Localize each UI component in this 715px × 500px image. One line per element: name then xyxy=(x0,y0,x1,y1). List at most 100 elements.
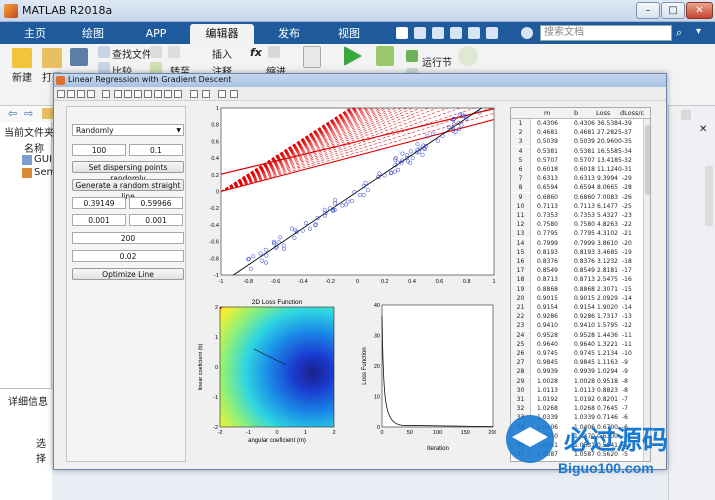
table-cell[interactable]: -22 xyxy=(622,220,632,229)
table-cell[interactable]: -21 xyxy=(622,229,632,238)
table-cell[interactable]: 0.9528 xyxy=(574,331,595,340)
table-cell[interactable]: 1.0192 xyxy=(574,395,595,404)
learning-rate-m-field[interactable]: 0.001 xyxy=(72,214,126,226)
table-cell[interactable]: 3.1232 xyxy=(597,257,618,266)
table-cell[interactable]: 0.6018 xyxy=(537,165,558,174)
table-cell[interactable]: 0.7353 xyxy=(574,211,595,220)
table-cell[interactable]: -14 xyxy=(622,294,632,303)
table-cell[interactable]: -11 xyxy=(622,340,632,349)
loss-contour-plot[interactable]: 2D Loss Function -2 -1 0 1 2 2 1 0 -1 -2 angular… xyxy=(194,295,344,465)
table-cell[interactable]: 0.7353 xyxy=(537,211,558,220)
table-cell[interactable]: 0.8549 xyxy=(537,266,558,275)
table-cell[interactable]: 0.8713 xyxy=(537,275,558,284)
table-row[interactable]: 25 0.9640 0.9640 1.3221 -11 xyxy=(511,339,650,349)
table-cell[interactable]: 20.9600 xyxy=(597,137,622,146)
show-tools-icon[interactable] xyxy=(230,90,238,98)
table-row[interactable]: 21 0.9154 0.9154 1.9020 -14 xyxy=(511,303,650,312)
table-cell[interactable]: -10 xyxy=(622,349,632,358)
table-cell[interactable]: -18 xyxy=(622,257,632,266)
table-cell[interactable]: -12 xyxy=(622,321,632,330)
table-cell[interactable]: 0.4681 xyxy=(574,128,595,137)
table-row[interactable]: 30 1.0113 1.0113 0.8823 -8 xyxy=(511,385,650,395)
insert-dropdown-icon[interactable] xyxy=(268,46,280,58)
table-cell[interactable]: 0.9015 xyxy=(574,294,595,303)
table-cell[interactable]: 0.6594 xyxy=(537,183,558,192)
run-icon[interactable] xyxy=(344,46,362,66)
table-cell[interactable]: 3.8610 xyxy=(597,239,618,248)
edit-plot-icon[interactable] xyxy=(102,90,110,98)
table-cell[interactable]: 11.1240 xyxy=(597,165,622,174)
table-cell[interactable]: 1.0294 xyxy=(597,367,618,376)
table-cell[interactable]: 0.9286 xyxy=(574,312,595,321)
run-section-label[interactable]: 运行节 xyxy=(422,54,452,69)
tab-plots[interactable]: 绘图 xyxy=(72,24,114,44)
open-figure-icon[interactable] xyxy=(67,90,75,98)
table-cell[interactable]: 1.7317 xyxy=(597,312,618,321)
table-cell[interactable]: 0.9745 xyxy=(537,349,558,358)
table-cell[interactable]: -16 xyxy=(622,275,632,284)
table-cell[interactable]: 0.9845 xyxy=(537,358,558,367)
table-cell[interactable]: 6.1477 xyxy=(597,202,618,211)
breakpoints-icon[interactable] xyxy=(303,46,321,68)
table-cell[interactable]: 0.9154 xyxy=(574,303,595,312)
search-docs-input[interactable]: 搜索文档 xyxy=(540,25,672,41)
intercept-field[interactable]: 0.59966 xyxy=(129,197,183,209)
table-row[interactable]: 31 1.0192 1.0192 0.8201 -7 xyxy=(511,395,650,404)
table-cell[interactable]: -31 xyxy=(622,165,632,174)
link-icon[interactable] xyxy=(174,90,182,98)
table-cell[interactable]: -11 xyxy=(622,331,632,340)
legend-icon[interactable] xyxy=(202,90,210,98)
table-row[interactable]: 19 0.8868 0.8868 2.3071 -15 xyxy=(511,284,650,294)
find-files-icon[interactable] xyxy=(98,46,110,58)
table-row[interactable]: 2 0.4681 0.4681 27.2825 -37 xyxy=(511,128,650,138)
table-cell[interactable]: 1.0192 xyxy=(537,395,558,404)
redo-quick-icon[interactable] xyxy=(486,27,498,39)
table-cell[interactable]: -15 xyxy=(622,285,632,294)
table-cell[interactable]: -19 xyxy=(622,248,632,257)
table-cell[interactable]: 0.8713 xyxy=(574,275,595,284)
table-cell[interactable]: -20 xyxy=(622,239,632,248)
table-row[interactable]: 16 0.8376 0.8376 3.1232 -18 xyxy=(511,257,650,266)
run-timer-icon[interactable] xyxy=(458,46,478,66)
table-cell[interactable]: -9 xyxy=(622,367,628,376)
table-cell[interactable]: 0.9845 xyxy=(574,358,595,367)
table-cell[interactable]: 2.5475 xyxy=(597,275,618,284)
run-advance-icon[interactable] xyxy=(376,46,394,66)
table-cell[interactable]: 0.9640 xyxy=(537,340,558,349)
table-row[interactable]: 1 0.4306 0.4306 36.5384 -39 xyxy=(511,119,650,128)
table-cell[interactable]: 0.7113 xyxy=(537,202,558,211)
tab-editor[interactable]: 编辑器 xyxy=(190,24,254,44)
table-row[interactable]: 17 0.8549 0.8549 2.8181 -17 xyxy=(511,266,650,276)
table-cell[interactable]: 0.6313 xyxy=(574,174,595,183)
table-row[interactable]: 4 0.5381 0.5381 16.5585 -34 xyxy=(511,146,650,156)
table-cell[interactable]: -23 xyxy=(622,211,632,220)
table-cell[interactable]: 0.6594 xyxy=(574,183,595,192)
forward-arrow-icon[interactable]: ⇨ xyxy=(24,107,33,120)
table-cell[interactable]: -28 xyxy=(622,183,632,192)
table-cell[interactable]: 0.8193 xyxy=(574,248,595,257)
table-cell[interactable]: -34 xyxy=(622,147,632,156)
new-icon[interactable] xyxy=(12,48,32,68)
table-cell[interactable]: 2.8181 xyxy=(597,266,618,275)
table-cell[interactable]: 1.0028 xyxy=(574,377,595,386)
table-row[interactable]: 27 0.9845 0.9845 1.1163 -9 xyxy=(511,358,650,368)
table-cell[interactable]: 1.1163 xyxy=(597,358,618,367)
rotate-icon[interactable] xyxy=(144,90,152,98)
table-cell[interactable]: 1.3221 xyxy=(597,340,618,349)
undo-quick-icon[interactable] xyxy=(468,27,480,39)
generate-line-button[interactable]: Generate a random straight line xyxy=(72,179,184,201)
n-points-field[interactable]: 100 xyxy=(72,144,126,156)
table-cell[interactable]: 0.9939 xyxy=(537,367,558,376)
table-cell[interactable]: -35 xyxy=(622,137,632,146)
hide-tools-icon[interactable] xyxy=(218,90,226,98)
table-cell[interactable]: 0.9410 xyxy=(574,321,595,330)
table-cell[interactable]: 1.2134 xyxy=(597,349,618,358)
table-cell[interactable]: 0.7580 xyxy=(537,220,558,229)
mode-dropdown[interactable]: Randomly ▼ xyxy=(72,124,184,136)
table-row[interactable]: 29 1.0028 1.0028 0.9518 -8 xyxy=(511,376,650,386)
table-row[interactable]: 24 0.9528 0.9528 1.4436 -11 xyxy=(511,330,650,340)
table-cell[interactable]: -14 xyxy=(622,303,632,312)
tolerance-field[interactable]: 0.02 xyxy=(72,250,184,262)
copy-quick-icon[interactable] xyxy=(432,27,444,39)
zoom-in-icon[interactable] xyxy=(114,90,122,98)
